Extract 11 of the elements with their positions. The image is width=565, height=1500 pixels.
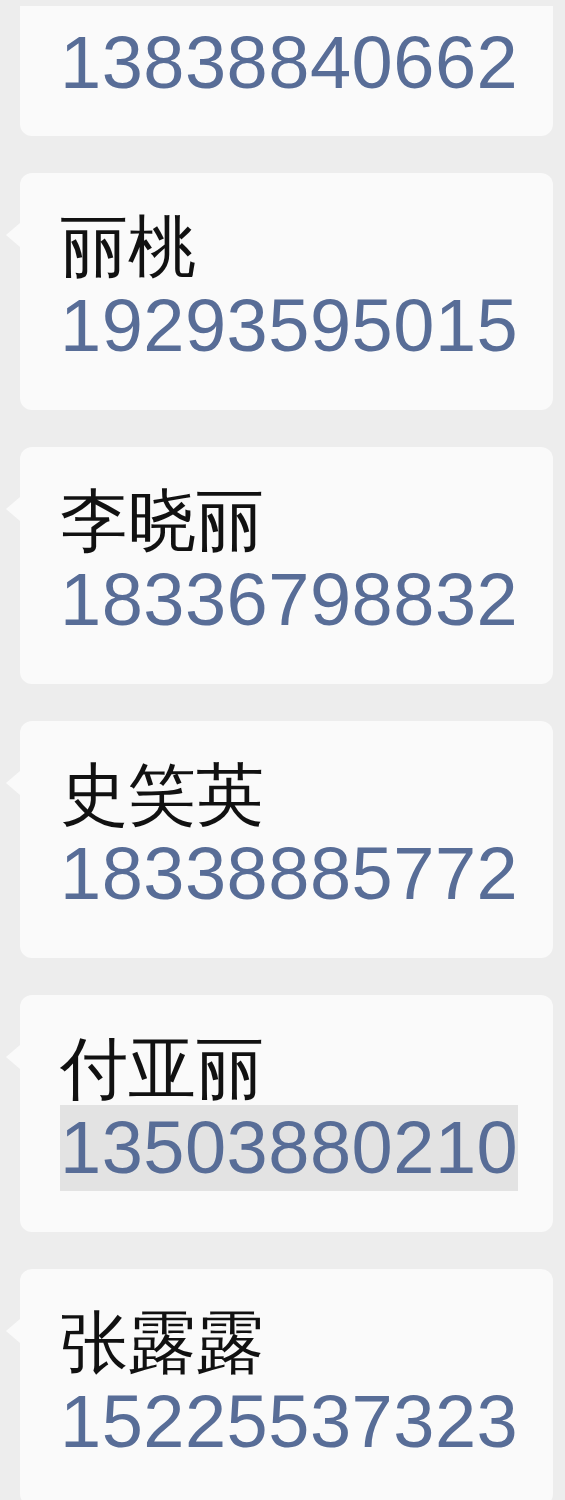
phone-number-link[interactable]: 18338885772 — [60, 831, 519, 917]
contact-name: 李晓丽 — [60, 481, 265, 559]
contact-name: 付亚丽 — [60, 1029, 265, 1107]
phone-number-link[interactable]: 13503880210 — [60, 1105, 519, 1191]
contact-name: 史笑英 — [60, 755, 265, 833]
contact-name: 张露露 — [60, 1303, 265, 1381]
phone-number-link[interactable]: 15225537323 — [60, 1379, 519, 1465]
phone-number-link[interactable]: 18336798832 — [60, 557, 519, 643]
phone-number-link[interactable]: 19293595015 — [60, 283, 519, 369]
contact-name: 丽桃 — [60, 207, 197, 285]
phone-number-link[interactable]: 13838840662 — [60, 20, 519, 106]
